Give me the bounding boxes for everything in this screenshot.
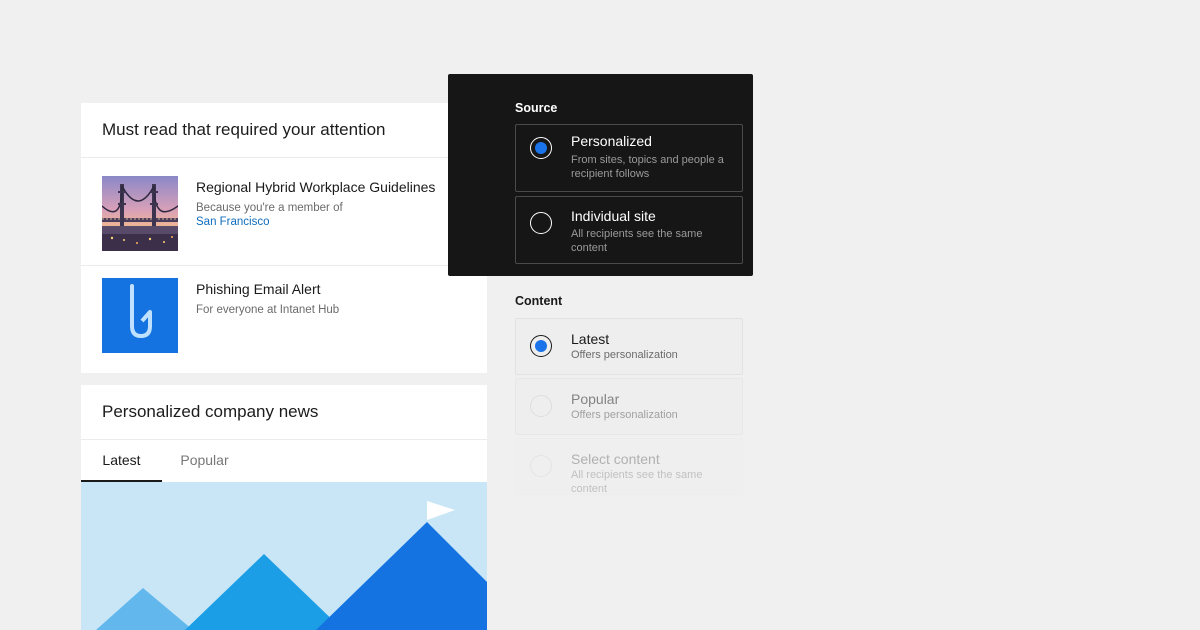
news-tabs: Latest Popular [81, 440, 487, 482]
news-item-phishing-alert[interactable]: Phishing Email Alert For everyone at Int… [102, 278, 487, 368]
source-panel: Source Personalized From sites, topics a… [448, 74, 753, 276]
option-label: Personalized [571, 133, 652, 149]
option-label: Popular [571, 391, 620, 407]
option-description: All recipients see the same content [571, 469, 703, 495]
radio-button[interactable] [530, 455, 552, 477]
radio-button[interactable] [530, 335, 552, 357]
mountains-flag-illustration [81, 482, 487, 630]
news-item-hybrid-guidelines[interactable]: Regional Hybrid Workplace Guidelines Bec… [102, 176, 487, 266]
source-option-individual-site[interactable]: Individual site All recipients see the s… [515, 196, 743, 264]
radio-selected-dot [535, 340, 547, 352]
source-label: Source [515, 101, 558, 115]
content-option-select-content[interactable]: Select content All recipients see the sa… [515, 438, 743, 495]
company-news-title: Personalized company news [81, 385, 487, 440]
content-label: Content [515, 294, 563, 308]
radio-selected-dot [535, 142, 547, 154]
must-read-title: Must read that required your attention [81, 103, 487, 158]
tab-latest[interactable]: Latest [81, 440, 162, 482]
radio-button[interactable] [530, 212, 552, 234]
news-item-title[interactable]: Phishing Email Alert [196, 280, 477, 298]
company-news-card: Personalized company news Latest Popular [81, 385, 487, 630]
san-francisco-link[interactable]: San Francisco [196, 215, 477, 229]
tab-popular[interactable]: Popular [162, 440, 247, 480]
news-item-title[interactable]: Regional Hybrid Workplace Guidelines [196, 178, 477, 196]
option-label: Select content [571, 451, 660, 467]
option-label: Latest [571, 331, 610, 347]
news-item-subtitle: Because you're a member of [196, 202, 343, 214]
source-option-personalized[interactable]: Personalized From sites, topics and peop… [515, 124, 743, 192]
content-option-popular[interactable]: Popular Offers personalization [515, 378, 743, 435]
divider [81, 265, 487, 266]
option-description: All recipients see the same content [571, 228, 703, 254]
option-description: Offers personalization [571, 349, 678, 361]
fishhook-icon [102, 278, 178, 353]
option-description: Offers personalization [571, 409, 678, 421]
must-read-card: Must read that required your attention R… [81, 103, 487, 373]
radio-button[interactable] [530, 395, 552, 417]
bridge-photo [102, 176, 178, 251]
content-option-latest[interactable]: Latest Offers personalization [515, 318, 743, 375]
radio-button[interactable] [530, 137, 552, 159]
option-label: Individual site [571, 208, 656, 224]
option-description: From sites, topics and people a recipien… [571, 154, 724, 180]
news-item-subtitle: For everyone at Intanet Hub [196, 304, 340, 316]
